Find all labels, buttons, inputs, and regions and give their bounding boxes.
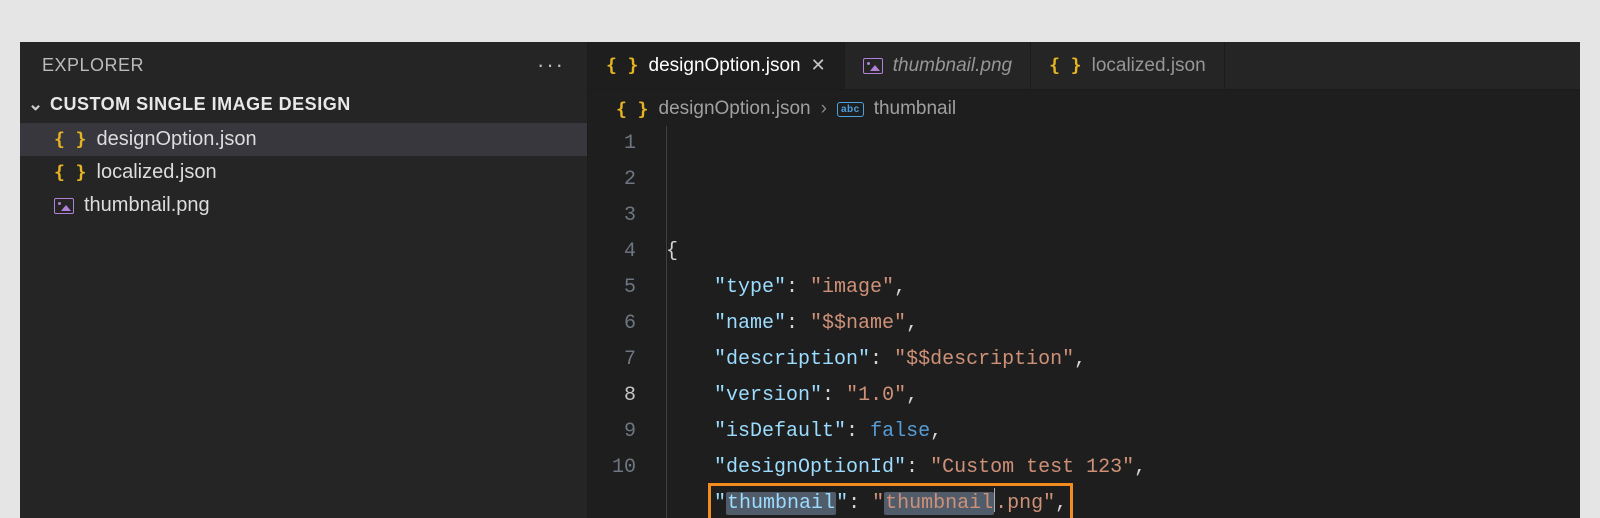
explorer-more-icon[interactable]: ···: [537, 52, 565, 78]
code-line[interactable]: "thumbnail": "thumbnail.png",: [666, 486, 1580, 518]
file-item[interactable]: { } designOption.json: [20, 123, 587, 156]
editor-tab[interactable]: thumbnail.png: [845, 42, 1031, 89]
app-window: EXPLORER ··· ⌄ CUSTOM SINGLE IMAGE DESIG…: [20, 42, 1580, 518]
explorer-title: EXPLORER: [42, 55, 144, 76]
tab-label: localized.json: [1092, 55, 1206, 77]
line-number: 9: [588, 414, 636, 450]
file-item-label: thumbnail.png: [84, 194, 210, 217]
folder-header[interactable]: ⌄ CUSTOM SINGLE IMAGE DESIGN: [20, 88, 587, 121]
line-number: 8: [588, 378, 636, 414]
file-item-label: designOption.json: [97, 128, 257, 151]
code-line[interactable]: "designOptionId": "Custom test 123",: [666, 450, 1580, 486]
image-icon: [863, 58, 883, 74]
code-content[interactable]: { "type": "image", "name": "$$name", "de…: [658, 126, 1580, 518]
code-line[interactable]: "version": "1.0",: [666, 378, 1580, 414]
json-icon: { }: [54, 162, 87, 183]
editor-tabs: { } designOption.json ✕ thumbnail.png { } loc…: [588, 42, 1580, 90]
breadcrumb-file: designOption.json: [659, 98, 811, 120]
file-item[interactable]: { } localized.json: [20, 156, 587, 189]
folder-name: CUSTOM SINGLE IMAGE DESIGN: [50, 94, 351, 115]
code-area[interactable]: 12345678910 { "type": "image", "name": "…: [588, 126, 1580, 518]
line-number: 5: [588, 270, 636, 306]
line-number: 4: [588, 234, 636, 270]
code-line[interactable]: "isDefault": false,: [666, 414, 1580, 450]
editor-pane: { } designOption.json ✕ thumbnail.png { } loc…: [588, 42, 1580, 518]
tab-label: thumbnail.png: [893, 55, 1012, 77]
chevron-down-icon: ⌄: [28, 94, 42, 115]
line-number: 1: [588, 126, 636, 162]
code-line[interactable]: "description": "$$description",: [666, 342, 1580, 378]
json-icon: { }: [616, 99, 649, 120]
file-item[interactable]: thumbnail.png: [20, 189, 587, 222]
file-list: { } designOption.json { } localized.json thu…: [20, 123, 587, 222]
close-icon[interactable]: ✕: [811, 55, 826, 76]
line-number: 2: [588, 162, 636, 198]
explorer-header: EXPLORER ···: [20, 42, 587, 88]
image-icon: [54, 198, 74, 214]
line-number: 10: [588, 450, 636, 486]
json-icon: { }: [606, 55, 639, 76]
editor-tab[interactable]: { } designOption.json ✕: [588, 42, 845, 89]
line-number-gutter: 12345678910: [588, 126, 658, 518]
json-icon: { }: [1049, 55, 1082, 76]
tab-label: designOption.json: [649, 55, 801, 77]
breadcrumb-symbol: thumbnail: [874, 98, 956, 120]
explorer-sidebar: EXPLORER ··· ⌄ CUSTOM SINGLE IMAGE DESIG…: [20, 42, 588, 518]
line-number: 7: [588, 342, 636, 378]
line-number: 3: [588, 198, 636, 234]
code-line[interactable]: "name": "$$name",: [666, 306, 1580, 342]
line-number: 6: [588, 306, 636, 342]
file-item-label: localized.json: [97, 161, 217, 184]
breadcrumb[interactable]: { } designOption.json › abc thumbnail: [588, 90, 1580, 126]
code-line[interactable]: "type": "image",: [666, 270, 1580, 306]
editor-tab[interactable]: { } localized.json: [1031, 42, 1225, 89]
json-icon: { }: [54, 129, 87, 150]
symbol-icon: abc: [837, 102, 864, 117]
breadcrumb-sep-icon: ›: [821, 98, 827, 120]
code-line[interactable]: {: [666, 234, 1580, 270]
